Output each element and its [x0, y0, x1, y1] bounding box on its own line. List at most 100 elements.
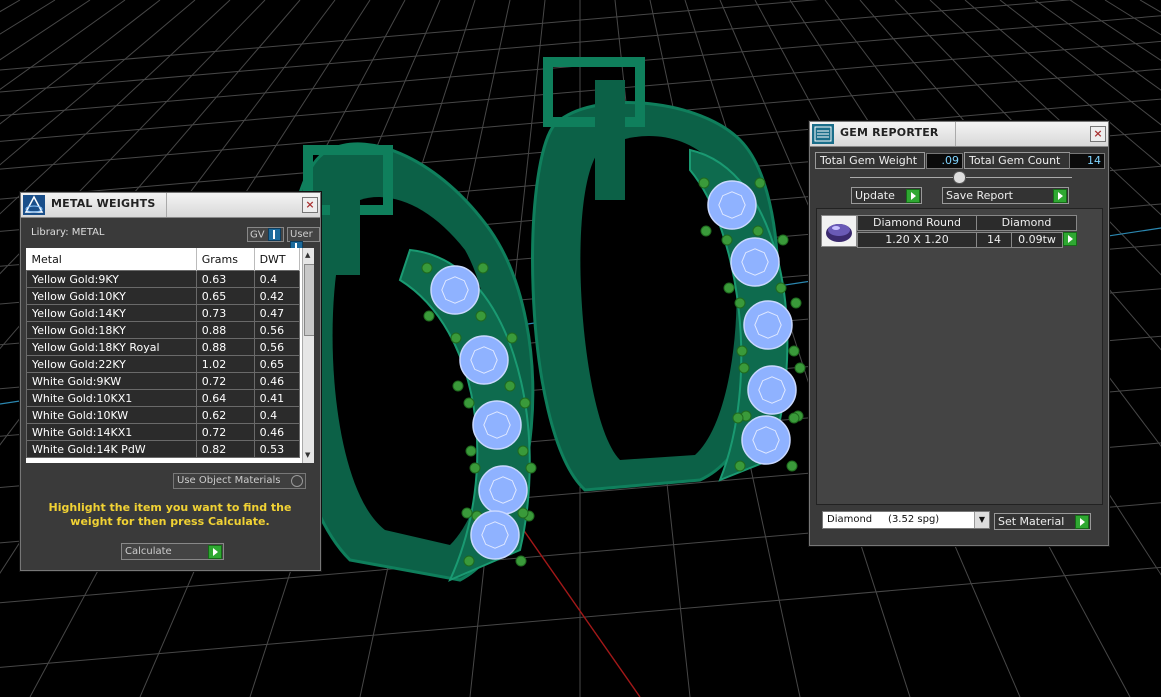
grid-line [0, 0, 21, 13]
material-select-value: Diamond (3.52 spg) [827, 514, 940, 525]
total-gem-count-label: Total Gem Count [964, 152, 1070, 169]
gem-stone [741, 415, 791, 465]
table-cell: 0.46 [253, 423, 301, 441]
table-cell: 0.63 [195, 270, 255, 288]
material-select[interactable]: Diamond (3.52 spg) ▼ [822, 511, 990, 529]
table-cell: 0.65 [253, 355, 301, 373]
prong [452, 380, 464, 392]
table-row[interactable]: White Gold:10KX1 0.64 0.41 [26, 389, 301, 407]
prong [477, 262, 489, 274]
gem-material-cell[interactable]: Diamond [976, 215, 1077, 231]
chevron-down-icon[interactable]: ▼ [974, 512, 989, 528]
column-header[interactable]: Grams [196, 248, 255, 271]
set-material-button[interactable]: Set Material [994, 513, 1091, 530]
prong [515, 555, 527, 567]
user-label: User [290, 229, 313, 240]
library-label: Library: METAL [31, 227, 105, 238]
table-row[interactable]: Yellow Gold:10KY 0.65 0.42 [26, 287, 301, 305]
user-toggle[interactable]: User [287, 227, 320, 254]
table-cell: 1.02 [195, 355, 255, 373]
scroll-thumb[interactable] [304, 264, 314, 336]
calculate-button[interactable]: Calculate [121, 543, 224, 560]
titlebar-divider [955, 122, 956, 146]
earring-right[interactable] [531, 57, 806, 492]
prong [465, 445, 477, 457]
table-cell: 0.82 [195, 440, 255, 458]
metal-weights-close-button[interactable]: × [302, 197, 318, 213]
table-row[interactable]: Yellow Gold:9KY 0.63 0.4 [26, 270, 301, 288]
gem-stone [470, 510, 520, 560]
gem-shape-cell[interactable]: Diamond Round [857, 215, 977, 231]
save-report-button[interactable]: Save Report [942, 187, 1069, 204]
table-cell: 0.72 [195, 372, 255, 390]
gem-size-cell[interactable]: 1.20 X 1.20 [857, 232, 977, 248]
gem-reporter-close-button[interactable]: × [1090, 126, 1106, 142]
use-object-materials-toggle[interactable]: Use Object Materials [173, 473, 306, 489]
table-cell: Yellow Gold:22KY [26, 355, 197, 373]
prong [461, 507, 473, 519]
table-row[interactable]: Yellow Gold:14KY 0.73 0.47 [26, 304, 301, 322]
table-row[interactable]: Yellow Gold:18KY Royal 0.88 0.56 [26, 338, 301, 356]
update-button[interactable]: Update [851, 187, 922, 204]
table-cell: 0.4 [253, 270, 301, 288]
table-cell: Yellow Gold:18KY Royal [26, 338, 197, 356]
table-cell: 0.41 [253, 389, 301, 407]
table-row[interactable]: Yellow Gold:22KY 1.02 0.65 [26, 355, 301, 373]
gv-toggle-icon [267, 228, 281, 241]
column-header[interactable]: DWT [254, 248, 301, 271]
grid-line [1104, 0, 1161, 36]
prong [786, 460, 798, 472]
table-cell: Yellow Gold:14KY [26, 304, 197, 322]
gem-row-go-icon[interactable] [1063, 232, 1077, 246]
toggle-circle-icon [291, 475, 303, 487]
table-cell: 0.88 [195, 338, 255, 356]
metal-table-container: Metal Grams DWT Yellow Gold:9KY 0.63 0.4 Yell… [26, 248, 314, 463]
scroll-down-icon[interactable]: ▼ [305, 451, 310, 459]
gem-count-cell[interactable]: 14 [976, 232, 1012, 248]
diamond-round-thumbnail-icon[interactable] [821, 215, 857, 247]
earring-left[interactable] [282, 142, 537, 582]
table-cell: Yellow Gold:9KY [26, 270, 197, 288]
table-cell: 0.64 [195, 389, 255, 407]
prong [421, 262, 433, 274]
gv-toggle[interactable]: GV [247, 227, 284, 242]
prong [777, 234, 789, 246]
table-row[interactable]: White Gold:14KX1 0.72 0.46 [26, 423, 301, 441]
metal-weights-panel: METAL WEIGHTS × Library: METAL GV User M… [20, 192, 321, 571]
prong [698, 177, 710, 189]
prong [423, 310, 435, 322]
play-arrow-icon [208, 545, 222, 559]
column-header[interactable]: Metal [26, 248, 197, 271]
prong [734, 460, 746, 472]
gem-stone [430, 265, 480, 315]
metal-table-scrollbar[interactable]: ▲ ▼ [302, 248, 314, 463]
total-gem-weight-value: .09 [926, 153, 963, 169]
gem-stone [707, 180, 757, 230]
prong [519, 397, 531, 409]
prong [721, 234, 733, 246]
gem-reporter-title: GEM REPORTER [840, 126, 939, 139]
prong [723, 282, 735, 294]
table-cell: White Gold:10KX1 [26, 389, 197, 407]
play-arrow-icon [1053, 189, 1067, 203]
use-object-materials-label: Use Object Materials [177, 475, 281, 486]
table-cell: 0.47 [253, 304, 301, 322]
gem-stone [472, 400, 522, 450]
save-report-label: Save Report [946, 189, 1013, 202]
gem-stone [459, 335, 509, 385]
metal-weights-titlebar[interactable]: METAL WEIGHTS × [21, 193, 320, 218]
table-cell: Yellow Gold:18KY [26, 321, 197, 339]
table-row[interactable]: White Gold:10KW 0.62 0.4 [26, 406, 301, 424]
table-row[interactable]: Yellow Gold:18KY 0.88 0.56 [26, 321, 301, 339]
prong [504, 380, 516, 392]
gem-weight-cell[interactable]: 0.09tw [1011, 232, 1063, 248]
prong [469, 462, 481, 474]
play-arrow-icon [906, 189, 920, 203]
table-row[interactable]: White Gold:14K PdW 0.82 0.53 [26, 440, 301, 458]
prong [463, 555, 475, 567]
gem-reporter-titlebar[interactable]: GEM REPORTER × [810, 122, 1108, 147]
table-row[interactable]: White Gold:9KW 0.72 0.46 [26, 372, 301, 390]
slider-handle[interactable] [953, 171, 966, 184]
scroll-up-icon[interactable]: ▲ [305, 251, 310, 259]
table-cell: 0.62 [195, 406, 255, 424]
